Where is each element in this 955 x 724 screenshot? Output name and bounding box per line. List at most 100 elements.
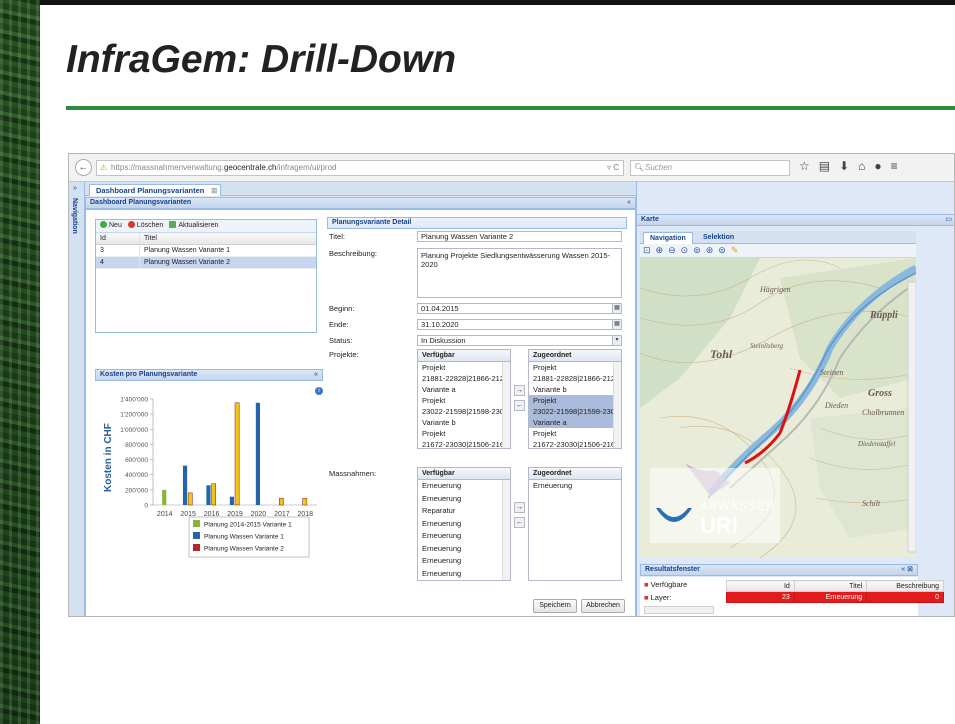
list-item[interactable]: Variante b bbox=[529, 384, 621, 395]
map-scrollbar bbox=[907, 281, 916, 553]
calendar-icon[interactable]: ▦ bbox=[612, 304, 621, 313]
place-label: Gross bbox=[868, 388, 892, 399]
col-header-title[interactable]: Titel bbox=[140, 233, 157, 244]
col-header-id[interactable]: Id bbox=[96, 233, 140, 244]
chat-icon[interactable]: ● bbox=[874, 159, 881, 177]
menu-icon[interactable]: ≡ bbox=[891, 159, 898, 177]
calendar-icon[interactable]: ▦ bbox=[612, 320, 621, 329]
list-item[interactable]: Variante a bbox=[418, 384, 510, 395]
refresh-button[interactable]: Aktualisieren bbox=[169, 220, 218, 232]
list-item[interactable]: Projekt bbox=[418, 362, 510, 373]
move-right-icon[interactable]: → bbox=[514, 385, 525, 396]
list-item[interactable]: 21672-23030|21506-216 bbox=[529, 439, 621, 448]
zoom-in-icon[interactable]: ⊕ bbox=[656, 244, 664, 257]
scrollbar[interactable] bbox=[502, 480, 510, 580]
zoom-box-icon[interactable]: ⊙ bbox=[681, 244, 689, 257]
list-item[interactable]: 21672-23030|21506-216 bbox=[418, 439, 510, 448]
measures-assigned-list[interactable]: Zugeordnet Erneuerung bbox=[528, 467, 622, 581]
save-button[interactable]: Speichern bbox=[533, 599, 577, 613]
description-textarea[interactable]: Planung Projekte Siedlungsentwässerung W… bbox=[417, 248, 622, 298]
list-item[interactable]: 21881-22828|21866-2128 bbox=[418, 373, 510, 384]
browser-search-input[interactable]: 🔍︎ Suchen bbox=[630, 160, 790, 176]
collapse-chart-icon[interactable]: « bbox=[314, 370, 318, 380]
y-axis-title: Kosten in CHF bbox=[103, 423, 114, 492]
zoom-next-icon[interactable]: ⊜ bbox=[718, 244, 726, 257]
tab-dashboard[interactable]: Dashboard Planungsvarianten ⊠ bbox=[89, 184, 222, 196]
result-col-title[interactable]: Titel bbox=[793, 580, 868, 592]
tab-navigation[interactable]: Navigation bbox=[643, 232, 693, 244]
collapse-icon[interactable]: « bbox=[627, 198, 631, 208]
expand-nav-icon[interactable]: » bbox=[73, 185, 77, 192]
reading-list-icon[interactable]: ▤ bbox=[819, 159, 830, 177]
collapse-results-icon[interactable]: « ⊠ bbox=[901, 565, 913, 575]
tab-selection[interactable]: Selektion bbox=[697, 232, 740, 244]
list-item[interactable]: Projekt bbox=[529, 428, 621, 439]
measure-icon[interactable]: ✎ bbox=[731, 244, 739, 257]
scrollbar[interactable] bbox=[613, 362, 621, 448]
list-item[interactable]: Erneuerung bbox=[529, 480, 621, 491]
list-item-selected[interactable]: 23022-21598|21598-230 bbox=[529, 406, 621, 417]
place-label: Tohl bbox=[710, 347, 733, 361]
bookmark-star-icon[interactable]: ☆ bbox=[799, 159, 810, 177]
list-item[interactable]: 21881-22828|21866-2128 bbox=[529, 373, 621, 384]
home-icon[interactable]: ⌂ bbox=[858, 159, 865, 177]
delete-button[interactable]: Löschen bbox=[127, 220, 163, 232]
list-item-selected[interactable]: Projekt bbox=[529, 395, 621, 406]
download-icon[interactable]: ⬇ bbox=[839, 159, 849, 177]
map-canvas[interactable]: Hägrigen Rüppli Gross Steinen Dieden Cho… bbox=[640, 258, 916, 558]
list-item[interactable]: Erneuerung bbox=[418, 518, 510, 531]
begin-date-field[interactable]: 01.04.2015 ▦ bbox=[417, 303, 622, 314]
y-tick-label: 800'000 bbox=[125, 442, 148, 449]
grid-header: Id Titel bbox=[96, 233, 316, 245]
status-select[interactable]: In Diskussion ▾ bbox=[417, 335, 622, 346]
list-item[interactable]: Erneuerung bbox=[418, 493, 510, 506]
list-item[interactable]: Reparatur bbox=[418, 505, 510, 518]
table-row[interactable]: 3 Planung Wassen Variante 1 bbox=[96, 245, 316, 257]
result-window-header: Resultatsfenster « ⊠ bbox=[640, 564, 918, 576]
result-scrollbar[interactable] bbox=[644, 606, 714, 614]
cost-chart: Kosten in CHF 0 200'000 400'000 600'000 800'0… bbox=[103, 397, 317, 558]
list-item[interactable]: Erneuerung bbox=[418, 480, 510, 493]
end-date-field[interactable]: 31.10.2020 ▦ bbox=[417, 319, 622, 330]
scrollbar[interactable] bbox=[502, 362, 510, 448]
new-button[interactable]: Neu bbox=[100, 220, 122, 232]
move-left-icon[interactable]: ← bbox=[514, 400, 525, 411]
list-item[interactable]: Erneuerung bbox=[418, 555, 510, 568]
move-left-icon[interactable]: ← bbox=[514, 517, 525, 528]
url-input[interactable]: ⚠ https://massnahmenverwaltung.geocentra… bbox=[96, 160, 624, 176]
title-input[interactable]: Planung Wassen Variante 2 bbox=[417, 231, 622, 242]
chevron-down-icon[interactable]: ▾ bbox=[612, 336, 621, 345]
result-col-id[interactable]: Id bbox=[726, 580, 795, 592]
list-item-selected[interactable]: Variante a bbox=[529, 417, 621, 428]
projects-assigned-list[interactable]: Zugeordnet Projekt 21881-22828|21866-212… bbox=[528, 349, 622, 449]
zoom-out-icon[interactable]: ⊖ bbox=[668, 244, 676, 257]
list-item[interactable]: 23022-21598|21598-230 bbox=[418, 406, 510, 417]
list-item[interactable]: Projekt bbox=[418, 428, 510, 439]
reload-icon[interactable]: ▿ C bbox=[607, 161, 619, 175]
result-col-description[interactable]: Beschreibung bbox=[866, 580, 944, 592]
navigation-collapsed-panel[interactable]: » Navigation bbox=[69, 182, 85, 616]
projects-available-list[interactable]: Verfügbar Projekt 21881-22828|21866-2128… bbox=[417, 349, 511, 449]
search-placeholder: Suchen bbox=[645, 163, 673, 172]
list-item[interactable]: Erneuerung bbox=[418, 568, 510, 581]
close-tab-icon[interactable]: ⊠ bbox=[211, 185, 217, 196]
table-row-selected[interactable]: 4 Planung Wassen Variante 2 bbox=[96, 257, 316, 269]
result-table: Id Titel Beschreibung 23 Erneuerung 0 bbox=[726, 580, 944, 603]
list-item[interactable]: Erneuerung bbox=[418, 530, 510, 543]
move-right-icon[interactable]: → bbox=[514, 502, 525, 513]
list-item[interactable]: Erneuerung bbox=[418, 543, 510, 556]
cancel-button[interactable]: Abbrechen bbox=[581, 599, 625, 613]
zoom-extent-icon[interactable]: ⊚ bbox=[693, 244, 701, 257]
list-item[interactable]: Projekt bbox=[418, 395, 510, 406]
pan-icon[interactable]: ⊡ bbox=[643, 244, 651, 257]
list-item[interactable]: Projekt bbox=[529, 362, 621, 373]
result-available-label: Verfügbare bbox=[650, 580, 688, 589]
bar bbox=[162, 489, 167, 505]
zoom-previous-icon[interactable]: ⊛ bbox=[706, 244, 714, 257]
list-item[interactable]: Variante b bbox=[418, 417, 510, 428]
back-icon[interactable]: ← bbox=[75, 159, 92, 176]
result-table-row[interactable]: 23 Erneuerung 0 bbox=[726, 591, 944, 603]
measures-available-list[interactable]: Verfügbar Erneuerung Erneuerung Reparatu… bbox=[417, 467, 511, 581]
maximize-icon[interactable]: ▭ bbox=[945, 215, 952, 225]
delete-icon bbox=[127, 221, 135, 228]
